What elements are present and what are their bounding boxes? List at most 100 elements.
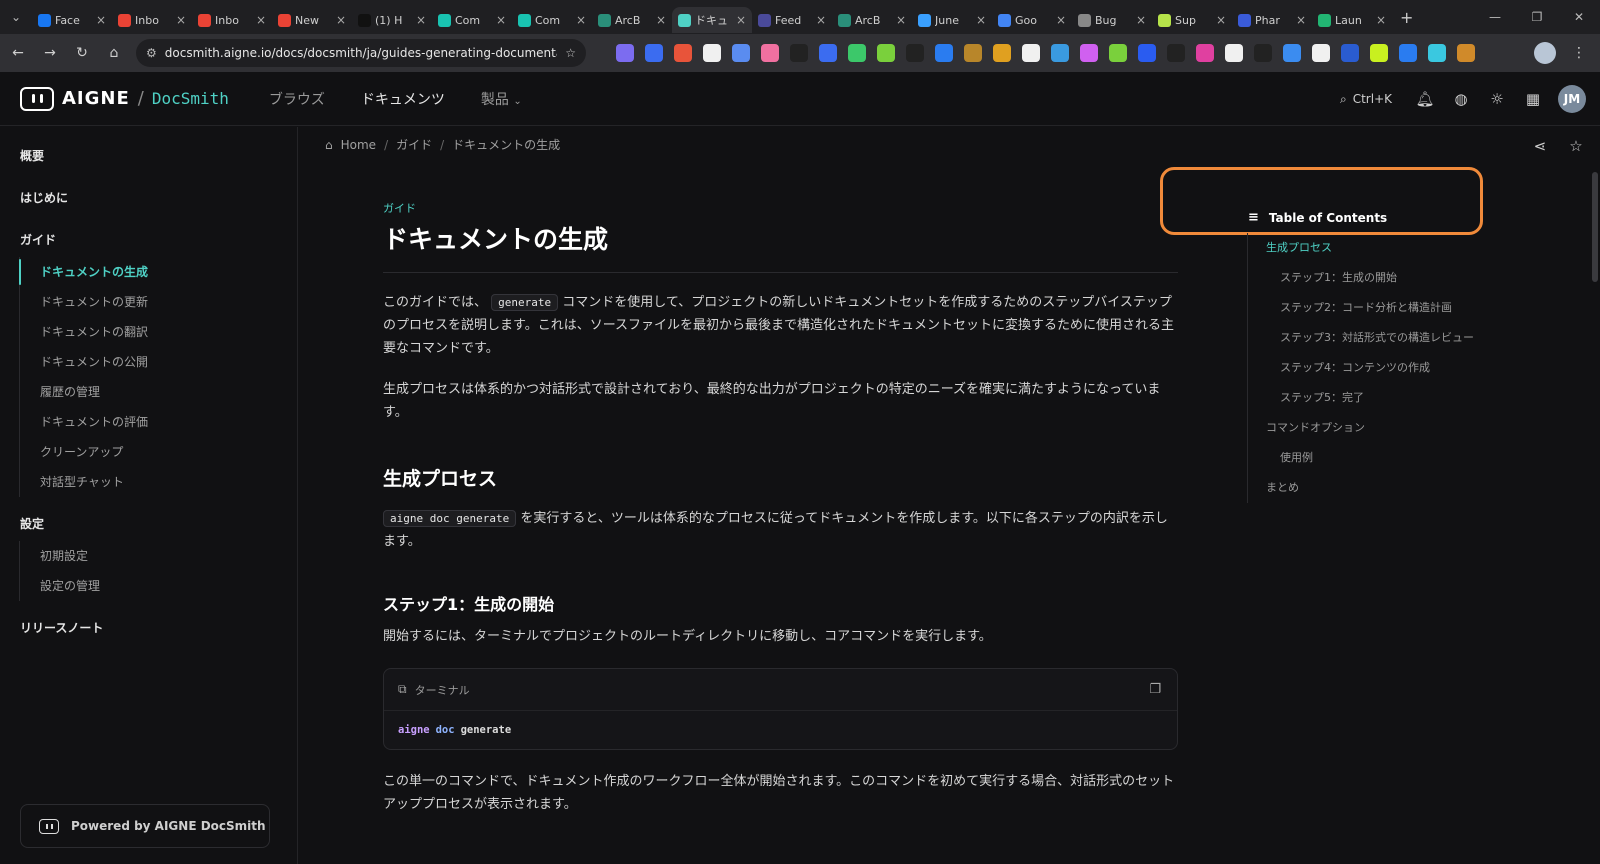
address-bar[interactable]: ⚙ docsmith.aigne.io/docs/docsmith/ja/gui… (136, 39, 586, 67)
extension-icon[interactable] (645, 44, 663, 62)
tab-close-icon[interactable]: × (1056, 13, 1066, 27)
extension-icon[interactable] (732, 44, 750, 62)
extension-icon[interactable] (1167, 44, 1185, 62)
search-button[interactable]: ⌕ Ctrl+K (1332, 88, 1400, 111)
sidebar-item-generate[interactable]: ドキュメントの生成 (0, 257, 297, 287)
extension-icon[interactable] (1399, 44, 1417, 62)
extension-icon[interactable] (616, 44, 634, 62)
extension-icon[interactable] (1312, 44, 1330, 62)
extension-icon[interactable] (1080, 44, 1098, 62)
tab-close-icon[interactable]: × (736, 13, 746, 27)
extension-icon[interactable] (790, 44, 808, 62)
extension-icon[interactable] (1051, 44, 1069, 62)
extension-icon[interactable] (993, 44, 1011, 62)
tab-close-icon[interactable]: × (496, 13, 506, 27)
extension-icon[interactable] (1341, 44, 1359, 62)
sidebar-item-chat[interactable]: 対話型チャット (0, 467, 297, 497)
browser-tab[interactable]: Face × (32, 7, 112, 33)
browser-tab[interactable]: Sup × (1152, 7, 1232, 33)
browser-tab[interactable]: (1) H × (352, 7, 432, 33)
sidebar-item-update[interactable]: ドキュメントの更新 (0, 287, 297, 317)
toc-item[interactable]: ステップ3：対話形式での構造レビュー (1248, 323, 1497, 353)
toc-item[interactable]: ステップ1：生成の開始 (1248, 263, 1497, 293)
extension-icon[interactable] (819, 44, 837, 62)
extension-icon[interactable] (1283, 44, 1301, 62)
sidebar-item-history[interactable]: 履歴の管理 (0, 377, 297, 407)
nav-documents[interactable]: ドキュメンツ (361, 89, 445, 109)
tab-close-icon[interactable]: × (336, 13, 346, 27)
toc-item[interactable]: 生成プロセス (1248, 233, 1497, 263)
extension-icon[interactable] (906, 44, 924, 62)
extension-icon[interactable] (848, 44, 866, 62)
extension-icon[interactable] (1109, 44, 1127, 62)
extension-icon[interactable] (1370, 44, 1388, 62)
sidebar-item-overview[interactable]: 概要 (0, 141, 297, 171)
bookmark-star-icon[interactable]: ☆ (565, 46, 576, 60)
tab-close-icon[interactable]: × (176, 13, 186, 27)
browser-tab[interactable]: Com × (512, 7, 592, 33)
maximize-icon[interactable]: ❐ (1516, 0, 1558, 34)
extension-icon[interactable] (935, 44, 953, 62)
tab-close-icon[interactable]: × (656, 13, 666, 27)
toc-item[interactable]: ステップ4：コンテンツの作成 (1248, 353, 1497, 383)
nav-browse[interactable]: ブラウズ (269, 89, 325, 109)
minimize-icon[interactable]: — (1474, 0, 1516, 34)
sidebar-item-initial-setup[interactable]: 初期設定 (0, 541, 297, 571)
breadcrumb-guide[interactable]: ガイド (396, 136, 432, 153)
browser-tab[interactable]: Bug × (1072, 7, 1152, 33)
extension-icon[interactable] (761, 44, 779, 62)
sidebar-section-guides[interactable]: ガイド (0, 225, 297, 255)
toc-item[interactable]: コマンドオプション (1248, 413, 1497, 443)
browser-tab[interactable]: ドキュ × (672, 7, 752, 33)
extension-icon[interactable] (964, 44, 982, 62)
browser-profile-avatar[interactable] (1534, 42, 1556, 64)
share-icon[interactable]: ⋖ (1530, 136, 1550, 156)
extension-icon[interactable] (1428, 44, 1446, 62)
notification-bell-icon[interactable]: 🔔︎ (1414, 88, 1436, 110)
copy-icon[interactable]: ❐ (1149, 682, 1161, 697)
tab-close-icon[interactable]: × (1216, 13, 1226, 27)
site-info-icon[interactable]: ⚙ (146, 46, 157, 60)
tab-close-icon[interactable]: × (416, 13, 426, 27)
browser-tab[interactable]: Com × (432, 7, 512, 33)
tab-close-icon[interactable]: × (1376, 13, 1386, 27)
sidebar-item-publish[interactable]: ドキュメントの公開 (0, 347, 297, 377)
sidebar-section-settings[interactable]: 設定 (0, 509, 297, 539)
extension-icon[interactable] (1022, 44, 1040, 62)
extension-icon[interactable] (703, 44, 721, 62)
tab-search-chevron-icon[interactable]: ⌄ (0, 0, 32, 34)
user-avatar[interactable]: JM (1558, 85, 1586, 113)
browser-tab[interactable]: Inbo × (192, 7, 272, 33)
theme-toggle-icon[interactable]: ☼ (1486, 88, 1508, 110)
browser-menu-icon[interactable]: ⋮ (1572, 45, 1586, 61)
home-button-icon[interactable]: ⌂ (100, 39, 128, 67)
tab-close-icon[interactable]: × (96, 13, 106, 27)
sidebar-item-release-notes[interactable]: リリースノート (0, 613, 297, 643)
close-window-icon[interactable]: ✕ (1558, 0, 1600, 34)
tab-close-icon[interactable]: × (1296, 13, 1306, 27)
favorite-star-icon[interactable]: ☆ (1566, 136, 1586, 156)
new-tab-icon[interactable]: + (1400, 8, 1413, 27)
site-logo[interactable]: AIGNE / DocSmith (20, 86, 229, 111)
browser-tab[interactable]: Feed × (752, 7, 832, 33)
powered-by-badge[interactable]: Powered by AIGNE DocSmith (20, 804, 270, 848)
browser-tab[interactable]: Goo × (992, 7, 1072, 33)
browser-tab[interactable]: June × (912, 7, 992, 33)
tab-close-icon[interactable]: × (896, 13, 906, 27)
sidebar-item-getting-started[interactable]: はじめに (0, 183, 297, 213)
breadcrumb-home[interactable]: Home (341, 138, 376, 152)
language-globe-icon[interactable]: ◍ (1450, 88, 1472, 110)
url-text[interactable]: docsmith.aigne.io/docs/docsmith/ja/guide… (165, 46, 557, 60)
tab-close-icon[interactable]: × (976, 13, 986, 27)
tab-close-icon[interactable]: × (256, 13, 266, 27)
forward-icon[interactable]: → (36, 39, 64, 67)
back-icon[interactable]: ← (4, 39, 32, 67)
sidebar-item-evaluate[interactable]: ドキュメントの評価 (0, 407, 297, 437)
extension-icon[interactable] (1225, 44, 1243, 62)
extension-icon[interactable] (674, 44, 692, 62)
extension-icon[interactable] (1254, 44, 1272, 62)
extension-icon[interactable] (877, 44, 895, 62)
extension-icon[interactable] (1457, 44, 1475, 62)
tab-close-icon[interactable]: × (576, 13, 586, 27)
sidebar-item-manage-settings[interactable]: 設定の管理 (0, 571, 297, 601)
